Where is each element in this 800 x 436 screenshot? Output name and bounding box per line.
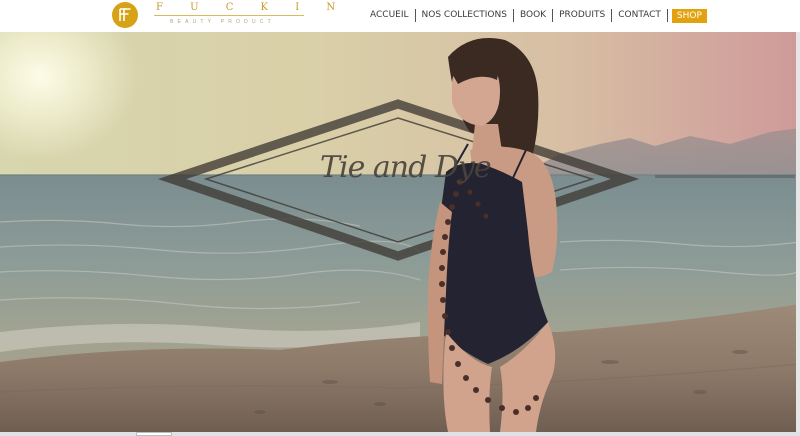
nav-accueil[interactable]: ACCUEIL xyxy=(364,9,415,22)
brand-name: F U C K I N xyxy=(156,2,348,13)
hero-title: Tie and Dye xyxy=(320,150,492,185)
brand-logo[interactable]: F U C K I N BEAUTY PRODUCT xyxy=(112,2,335,30)
brand-tagline: BEAUTY PRODUCT xyxy=(170,19,275,25)
bottom-bar xyxy=(0,432,800,436)
nav-nos-collections[interactable]: NOS COLLECTIONS xyxy=(416,9,513,22)
nav-produits[interactable]: PRODUITS xyxy=(553,9,611,22)
monogram-icon xyxy=(112,2,138,28)
brand-divider xyxy=(154,15,304,16)
shop-button[interactable]: SHOP xyxy=(671,8,707,23)
main-nav: ACCUEIL NOS COLLECTIONS BOOK PRODUITS CO… xyxy=(364,8,707,23)
nav-book[interactable]: BOOK xyxy=(514,9,552,22)
model-figure xyxy=(428,38,558,432)
site-header: F U C K I N BEAUTY PRODUCT ACCUEIL NOS C… xyxy=(0,0,800,32)
nav-divider xyxy=(666,9,668,22)
nav-contact[interactable]: CONTACT xyxy=(612,9,667,22)
page-scrollbar[interactable] xyxy=(796,32,800,432)
hero-banner: Tie and Dye xyxy=(0,32,800,432)
bottom-tab[interactable] xyxy=(136,432,172,436)
